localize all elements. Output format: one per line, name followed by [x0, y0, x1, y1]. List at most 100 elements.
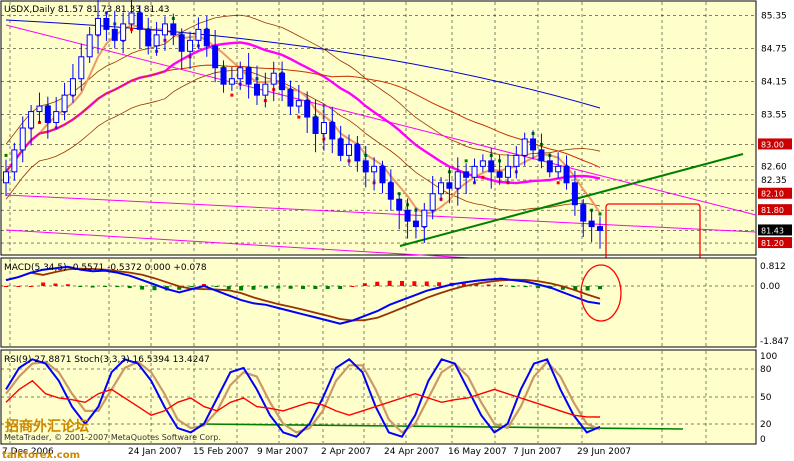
- candle-body: [178, 34, 185, 52]
- candle-body: [203, 28, 210, 47]
- candle-body: [513, 154, 520, 167]
- candle-body: [287, 89, 294, 107]
- macd-hist-bar: [350, 286, 355, 287]
- candle-body: [136, 12, 143, 30]
- price-level-label: 84.75: [761, 45, 787, 55]
- candle-body: [228, 78, 235, 85]
- trading-chart[interactable]: USDX,Daily 81.57 81.73 81.33 81.43 85.35…: [0, 0, 794, 461]
- candle-body: [346, 143, 353, 156]
- price-level-label: 83.55: [761, 110, 787, 120]
- candle-body: [438, 182, 445, 195]
- candle-body: [404, 209, 411, 222]
- site-watermark-url: talkforex.com: [2, 450, 80, 461]
- candle-body: [454, 171, 461, 189]
- macd-hist-bar: [115, 286, 120, 288]
- candle-body: [530, 138, 537, 151]
- macd-hist-bar: [251, 286, 256, 290]
- candle-body: [220, 67, 227, 85]
- macd-hist-bar: [41, 282, 46, 286]
- candle-body: [103, 17, 110, 30]
- candle-body: [362, 160, 369, 173]
- rsi-level-80: 80: [760, 365, 772, 375]
- candle-body: [245, 67, 252, 85]
- macd-hist-bar: [362, 283, 367, 286]
- macd-hist-bar: [214, 286, 219, 287]
- time-axis-label: 24 Apr 2007: [384, 447, 440, 457]
- macd-hist-bar: [28, 286, 33, 287]
- candle-body: [588, 220, 595, 228]
- candle-body: [546, 160, 553, 173]
- candle-body: [597, 226, 603, 231]
- macd-hist-bar: [486, 284, 491, 286]
- candle-body: [3, 171, 9, 184]
- candle-body: [421, 209, 428, 228]
- macd-hist-bar: [226, 286, 231, 290]
- candle-body: [295, 100, 302, 107]
- candle-body: [429, 193, 436, 211]
- macd-hist-bar: [276, 286, 281, 289]
- psar-dot: [481, 175, 485, 179]
- price-tag-label: 81.80: [761, 206, 784, 215]
- macd-hist-bar: [523, 286, 528, 288]
- candle-body: [538, 149, 545, 162]
- candle-body: [36, 105, 43, 113]
- candle-body: [504, 165, 511, 178]
- macd-hist-bar: [437, 282, 442, 286]
- psar-dot: [4, 153, 8, 157]
- candle-body: [496, 171, 503, 178]
- candle-body: [262, 83, 269, 96]
- candle-body: [304, 100, 311, 118]
- macd-hist-bar: [127, 286, 132, 289]
- macd-header: MACD(5,34,5) -0.5571 -0.5372 0.000 +0.07…: [4, 263, 207, 273]
- candle-body: [555, 165, 562, 173]
- candle-body: [371, 165, 378, 173]
- time-axis-label: 16 May 2007: [448, 447, 507, 457]
- macd-hist-bar: [387, 280, 392, 286]
- macd-pane[interactable]: MACD(5,34,5) -0.5571 -0.5372 0.000 +0.07…: [0, 257, 789, 348]
- candle-body: [270, 72, 277, 85]
- rsi-pane[interactable]: RSI(9) 27.8871 Stoch(3,3,3) 16.5394 13.4…: [0, 349, 777, 445]
- candle-body: [95, 17, 102, 36]
- macd-hist-bar: [598, 286, 602, 290]
- macd-hist-bar: [65, 284, 70, 286]
- candle-body: [237, 67, 244, 80]
- candle-body: [69, 78, 76, 96]
- macd-hist-bar: [140, 286, 145, 290]
- macd-hist-bar: [90, 286, 95, 288]
- price-tag-label: 81.20: [761, 239, 784, 248]
- time-axis-label: 15 Feb 2007: [193, 447, 249, 457]
- macd-level-top: 0.812: [760, 262, 786, 272]
- price-level-label: 82.60: [761, 162, 787, 172]
- macd-hist-bar: [103, 286, 107, 287]
- candle-body: [28, 111, 35, 129]
- macd-hist-bar: [412, 281, 417, 286]
- time-axis-label: 7 Jun 2007: [513, 447, 561, 457]
- price-pane[interactable]: USDX,Daily 81.57 81.73 81.33 81.43 85.35…: [0, 0, 792, 265]
- candle-body: [446, 182, 453, 189]
- price-header: USDX,Daily 81.57 81.73 81.33 81.43: [4, 5, 170, 15]
- candle-body: [145, 28, 152, 47]
- candle-body: [337, 138, 344, 156]
- psar-dot: [297, 115, 301, 119]
- candle-body: [320, 122, 327, 134]
- macd-hist-bar: [152, 286, 157, 291]
- candle-body: [471, 165, 478, 178]
- price-axis-labels: 85.35 84.75 84.15 83.55 83.00 82.60 82.35 82.10…: [758, 12, 792, 249]
- candle-body: [563, 165, 570, 184]
- candle-body: [571, 182, 578, 206]
- rsi-header: RSI(9) 27.8871 Stoch(3,3,3) 16.5394 13.4…: [4, 355, 210, 365]
- psar-dot: [598, 212, 602, 216]
- candle-body: [161, 23, 168, 36]
- candle-body: [412, 220, 419, 228]
- time-axis: 7 Dec 2006 24 Jan 2007 15 Feb 2007 9 Mar 20…: [2, 447, 631, 457]
- rsi-level-50: 50: [760, 393, 772, 403]
- macd-hist-bar: [78, 286, 83, 287]
- time-axis-label: 9 Mar 2007: [257, 447, 308, 457]
- candle-body: [78, 56, 85, 80]
- macd-hist-bar: [511, 286, 516, 287]
- candle-body: [153, 34, 160, 47]
- price-tag-label: 81.43: [761, 226, 784, 235]
- candle-body: [86, 34, 93, 58]
- macd-hist-bar: [189, 286, 194, 287]
- macd-hist-bar: [239, 286, 244, 291]
